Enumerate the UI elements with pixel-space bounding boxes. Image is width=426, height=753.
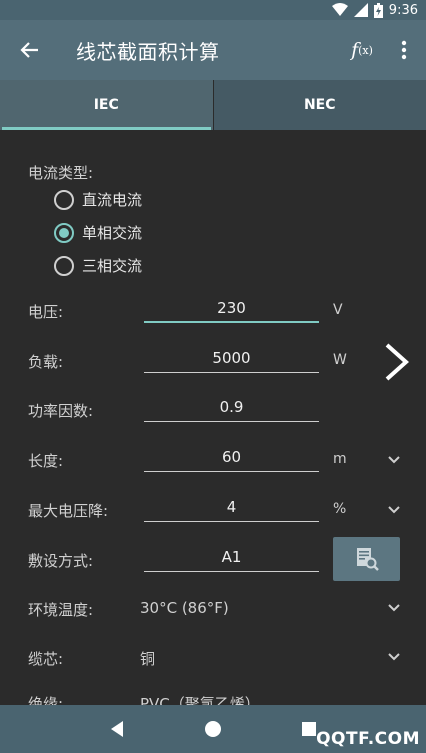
app-bar: 线芯截面积计算 f (x) <box>0 20 426 80</box>
chevron-right-icon[interactable] <box>382 342 412 382</box>
load-input[interactable]: 5000 <box>144 345 319 373</box>
page-title: 线芯截面积计算 <box>76 39 220 64</box>
back-button[interactable] <box>0 20 60 80</box>
radio-three-phase[interactable]: 三相交流 <box>54 255 142 276</box>
radio-button[interactable] <box>54 222 74 243</box>
formula-icon-x: (x) <box>358 43 373 57</box>
nav-recents-icon[interactable] <box>301 721 317 737</box>
max-voltage-drop-label: 最大电压降: <box>28 502 109 520</box>
chevron-down-icon[interactable] <box>386 600 402 616</box>
wifi-icon <box>331 3 348 16</box>
voltage-input[interactable]: 230 <box>144 295 319 323</box>
installation-method-label: 敷设方式: <box>28 552 94 570</box>
ambient-temp-select[interactable]: 30°C (86°F) <box>140 599 229 617</box>
status-bar: 9:36 <box>0 0 426 20</box>
overflow-menu-button[interactable] <box>382 20 426 80</box>
tab-nec[interactable]: NEC <box>214 80 426 130</box>
radio-button[interactable] <box>54 255 74 276</box>
core-select[interactable]: 铜 <box>140 648 155 669</box>
power-factor-input[interactable]: 0.9 <box>144 394 319 422</box>
radio-label: 三相交流 <box>82 257 143 275</box>
power-factor-label: 功率因数: <box>28 402 94 420</box>
insulation-select[interactable]: PVC（聚氯乙烯） <box>140 693 260 705</box>
current-type-label: 电流类型: <box>28 164 94 182</box>
voltage-label: 电压: <box>28 303 64 321</box>
voltage-unit: V <box>333 302 343 318</box>
arrow-back-icon <box>20 42 38 58</box>
cell-signal-icon <box>353 3 368 17</box>
battery-icon <box>373 2 383 18</box>
installation-method-input[interactable]: A1 <box>144 544 319 572</box>
chevron-down-icon[interactable] <box>386 452 402 468</box>
document-search-icon <box>356 548 379 571</box>
max-voltage-drop-input[interactable]: 4 <box>144 494 319 522</box>
length-label: 长度: <box>28 452 64 470</box>
more-vert-icon <box>401 40 407 60</box>
formula-icon-f: f <box>351 39 359 61</box>
clock: 9:36 <box>388 2 418 18</box>
tab-bar: IEC NEC <box>0 80 426 130</box>
voltage-drop-unit-select[interactable]: % <box>333 501 346 517</box>
radio-button[interactable] <box>54 189 74 210</box>
tab-iec[interactable]: IEC <box>0 80 213 130</box>
calculator-form: 电流类型: 直流电流 单相交流 三相交流 电压: 230 V 负载: 5000 … <box>0 130 426 705</box>
radio-label: 单相交流 <box>82 224 143 242</box>
radio-single-phase[interactable]: 单相交流 <box>54 222 142 243</box>
watermark-text: QQTF.COM <box>316 729 420 749</box>
load-label: 负载: <box>28 353 64 371</box>
core-label: 缆芯: <box>28 650 64 668</box>
length-input[interactable]: 60 <box>144 444 319 472</box>
insulation-label: 绝缘: <box>28 695 64 705</box>
load-unit: W <box>333 352 347 368</box>
radio-label: 直流电流 <box>82 191 143 209</box>
nav-back-icon[interactable] <box>109 720 125 738</box>
ambient-temp-label: 环境温度: <box>28 601 94 619</box>
radio-dc[interactable]: 直流电流 <box>54 189 142 210</box>
length-unit-select[interactable]: m <box>333 451 347 467</box>
formula-button[interactable]: f (x) <box>342 20 382 80</box>
nav-home-icon[interactable] <box>204 720 222 738</box>
chevron-down-icon[interactable] <box>386 649 402 665</box>
installation-lookup-button[interactable] <box>333 537 400 581</box>
chevron-down-icon[interactable] <box>386 502 402 518</box>
